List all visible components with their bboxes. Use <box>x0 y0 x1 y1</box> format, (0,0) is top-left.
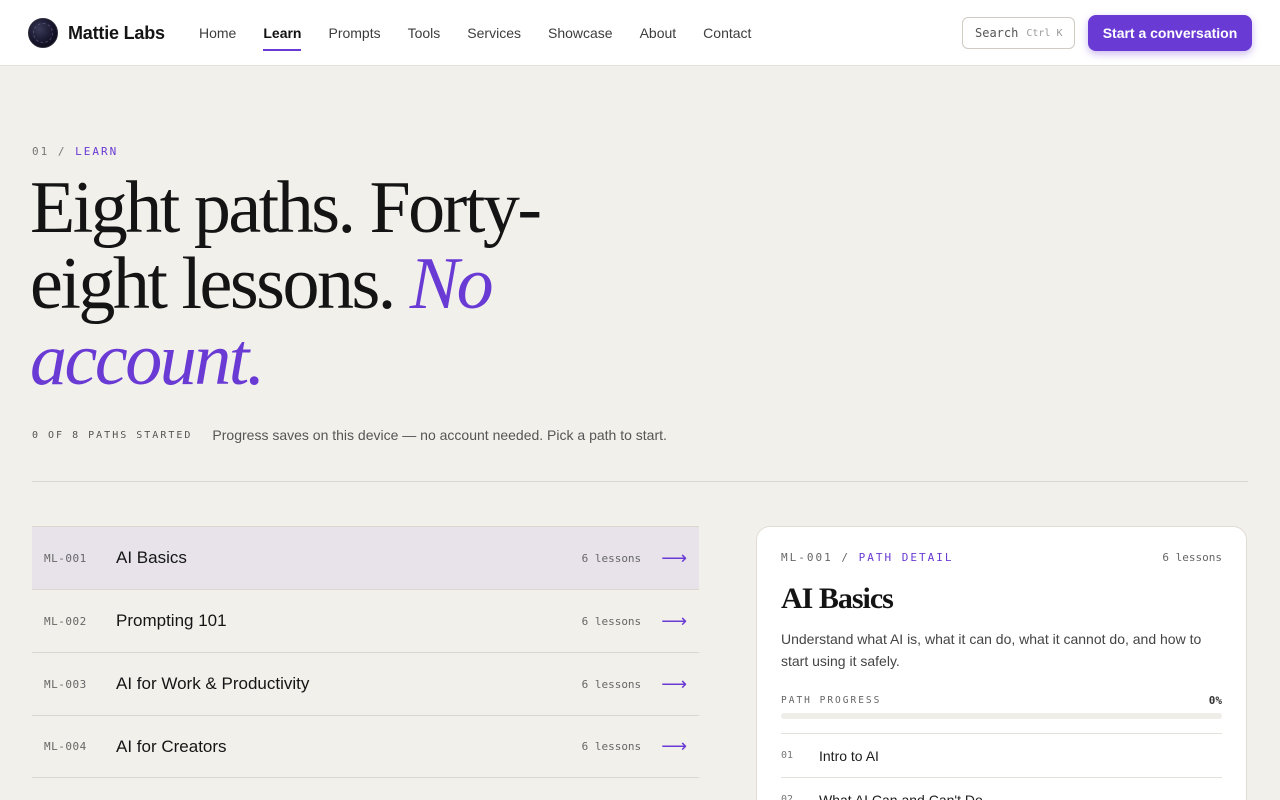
search-label: Search <box>975 26 1019 40</box>
detail-code-index: ML-001 / <box>781 551 850 564</box>
path-code: ML-001 <box>44 551 87 565</box>
path-progress-percent: 0% <box>1208 694 1222 707</box>
detail-lesson-count: 6 lessons <box>1162 551 1222 564</box>
lesson-name: What AI Can and Can't Do <box>819 791 983 800</box>
lesson-list: 01 Intro to AI 02 What AI Can and Can't … <box>781 733 1222 800</box>
path-lesson-count: 6 lessons <box>581 740 642 753</box>
lesson-name: Intro to AI <box>819 747 879 764</box>
eyebrow-section: LEARN <box>75 145 119 158</box>
eyebrow-index: 01 / <box>32 145 67 158</box>
nav-showcase[interactable]: Showcase <box>548 19 613 47</box>
orb-logo-icon <box>28 18 58 48</box>
path-detail-card: ML-001 / PATH DETAIL 6 lessons AI Basics… <box>756 526 1247 800</box>
path-title: AI Basics <box>116 548 187 567</box>
path-row[interactable]: ML-001 AI Basics 6 lessons ⟶ <box>32 526 699 589</box>
path-row[interactable]: ML-002 Prompting 101 6 lessons ⟶ <box>32 589 699 652</box>
search-button[interactable]: Search Ctrl K <box>962 17 1075 49</box>
path-progress-label: PATH PROGRESS <box>781 695 882 706</box>
path-code: ML-002 <box>44 614 87 628</box>
top-navigation-bar: Mattie Labs Home Learn Prompts Tools Ser… <box>0 0 1280 66</box>
nav-tools[interactable]: Tools <box>408 19 441 47</box>
detail-title: AI Basics <box>781 582 894 615</box>
brand-name: Mattie Labs <box>68 22 165 43</box>
arrow-right-icon: ⟶ <box>661 736 687 756</box>
path-list: ML-001 AI Basics 6 lessons ⟶ ML-002 Prom… <box>32 526 699 778</box>
arrow-right-icon: ⟶ <box>661 547 687 568</box>
section-eyebrow: 01 / LEARN <box>32 145 118 158</box>
path-title: Prompting 101 <box>116 611 227 630</box>
detail-header: ML-001 / PATH DETAIL 6 lessons <box>781 551 1222 564</box>
path-code: ML-004 <box>44 740 87 753</box>
nav-contact[interactable]: Contact <box>703 19 751 47</box>
path-title: AI for Creators <box>116 736 227 756</box>
arrow-right-icon: ⟶ <box>661 673 687 694</box>
lesson-item[interactable]: 02 What AI Can and Can't Do <box>781 777 1222 800</box>
paths-started-count: 0 OF 8 PATHS STARTED <box>32 429 193 441</box>
detail-code: ML-001 / PATH DETAIL <box>781 551 953 564</box>
path-progress-header: PATH PROGRESS 0% <box>781 694 1222 707</box>
section-divider <box>32 481 1248 482</box>
detail-section-label: PATH DETAIL <box>858 551 954 564</box>
main-nav: Home Learn Prompts Tools Services Showca… <box>199 0 778 66</box>
progress-status: 0 OF 8 PATHS STARTED Progress saves on t… <box>32 427 667 443</box>
nav-about[interactable]: About <box>640 19 677 47</box>
lesson-item[interactable]: 01 Intro to AI <box>781 733 1222 777</box>
start-conversation-button[interactable]: Start a conversation <box>1088 15 1252 51</box>
path-row[interactable]: ML-003 AI for Work & Productivity 6 less… <box>32 652 699 715</box>
lesson-number: 02 <box>781 794 794 800</box>
path-lesson-count: 6 lessons <box>581 551 642 565</box>
path-title: AI for Work & Productivity <box>116 674 310 693</box>
nav-home[interactable]: Home <box>199 19 236 47</box>
detail-description: Understand what AI is, what it can do, w… <box>781 631 1202 669</box>
page-headline: Eight paths. Forty-eight lessons. No acc… <box>30 170 550 398</box>
arrow-right-icon: ⟶ <box>661 610 687 631</box>
nav-learn[interactable]: Learn <box>263 19 302 51</box>
brand-logo[interactable]: Mattie Labs <box>28 18 165 48</box>
nav-services[interactable]: Services <box>467 19 521 47</box>
path-code: ML-003 <box>44 677 87 691</box>
nav-prompts[interactable]: Prompts <box>328 19 380 47</box>
progress-note: Progress saves on this device — no accou… <box>212 427 667 443</box>
path-lesson-count: 6 lessons <box>581 614 642 628</box>
path-lesson-count: 6 lessons <box>581 677 642 691</box>
path-progress-bar <box>781 713 1222 719</box>
search-shortcut-hint: Ctrl K <box>1026 27 1063 39</box>
lesson-number: 01 <box>781 750 794 761</box>
path-row[interactable]: ML-004 AI for Creators 6 lessons ⟶ <box>32 715 699 778</box>
